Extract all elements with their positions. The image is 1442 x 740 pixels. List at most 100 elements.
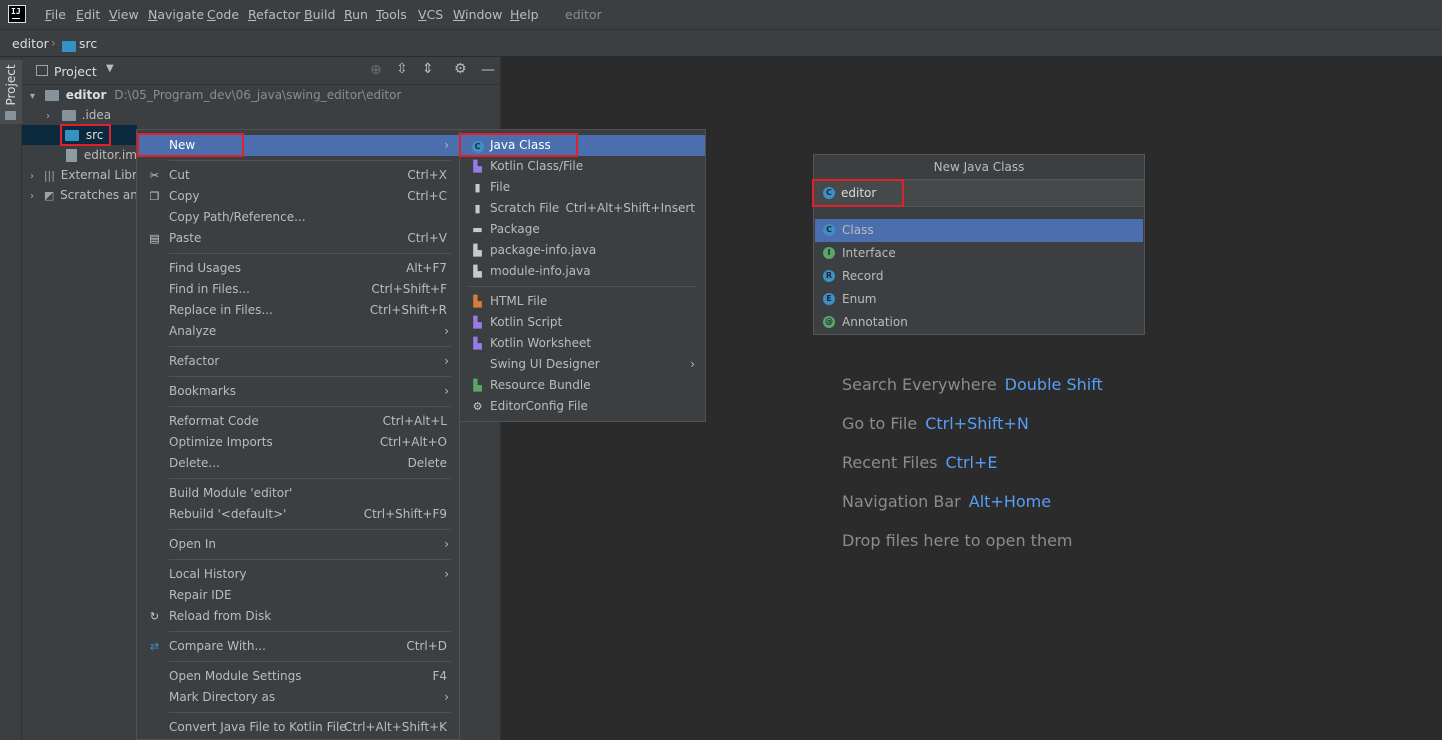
tree-row-iml[interactable]: editor.iml [66,145,140,165]
menu-item-find-usages[interactable]: Find Usages Alt+F7 [137,258,459,279]
menu-window[interactable]: Window [453,7,502,22]
submenu-item-kotlin-script[interactable]: ▙ Kotlin Script [460,312,705,333]
dialog-option-annotation[interactable]: @ Annotation [815,311,1143,334]
html-file-icon: ▙ [473,295,482,308]
collapsed-arrow-icon[interactable]: › [46,111,50,122]
menu-item-copy[interactable]: ❐ Copy Ctrl+C [137,186,459,207]
collapse-all-icon[interactable]: ⇕ [422,61,434,77]
submenu-item-package-info[interactable]: ▙ package-info.java [460,240,705,261]
breadcrumb-src[interactable]: src [79,36,97,51]
submenu-item-module-info[interactable]: ▙ module-info.java [460,261,705,282]
menu-build[interactable]: Build [304,7,335,22]
tree-row-idea[interactable]: › .idea [46,105,496,125]
tree-root-path: D:\05_Program_dev\06_java\swing_editor\e… [114,88,402,102]
menu-item-bookmarks[interactable]: Bookmarks › [137,381,459,402]
menu-item-local-history[interactable]: Local History › [137,564,459,585]
submenu-item-editorconfig[interactable]: ⚙ EditorConfig File [460,396,705,417]
menu-vcs[interactable]: VCS [418,7,443,22]
menu-item-paste[interactable]: ▤ Paste Ctrl+V [137,228,459,249]
menu-item-compare-with[interactable]: ⇄ Compare With... Ctrl+D [137,636,459,657]
navigation-bar: editor › src [0,29,1442,57]
menu-item-find-in-files[interactable]: Find in Files... Ctrl+Shift+F [137,279,459,300]
tree-external-label: External Libra [60,168,136,182]
submenu-item-html-file[interactable]: ▙ HTML File [460,291,705,312]
menu-item-delete[interactable]: Delete... Delete [137,453,459,474]
dialog-option-record[interactable]: R Record [815,265,1143,288]
menu-refactor[interactable]: Refactor [248,7,300,22]
expand-all-icon[interactable]: ⇳ [396,61,408,77]
module-file-icon [66,149,77,162]
collapsed-arrow-icon[interactable]: › [30,191,34,202]
scratches-icon: ◩ [43,189,55,202]
menu-item-open-in[interactable]: Open In › [137,534,459,555]
dialog-option-enum[interactable]: E Enum [815,288,1143,311]
submenu-item-swing-ui-designer[interactable]: Swing UI Designer › [460,354,705,375]
tree-root-name: editor [65,88,107,102]
project-panel-header: Project ▼ ⊕ ⇳ ⇕ ⚙ — [22,57,501,85]
dialog-option-interface[interactable]: I Interface [815,242,1143,265]
breadcrumb-separator: › [51,36,56,50]
menu-item-copy-path[interactable]: Copy Path/Reference... [137,207,459,228]
submenu-item-package[interactable]: ▬ Package [460,219,705,240]
menu-tools[interactable]: Tools [376,7,407,22]
gear-icon: ⚙ [472,400,483,413]
kotlin-file-icon: ▙ [473,160,482,173]
menu-item-reformat-code[interactable]: Reformat Code Ctrl+Alt+L [137,411,459,432]
submenu-item-kotlin-worksheet[interactable]: ▙ Kotlin Worksheet [460,333,705,354]
record-icon: R [823,270,835,282]
menu-item-analyze[interactable]: Analyze › [137,321,459,342]
intellij-logo-icon[interactable]: IJ [8,5,26,23]
project-panel-title[interactable]: Project [54,64,97,79]
menu-view[interactable]: View [109,7,139,22]
menu-item-replace-in-files[interactable]: Replace in Files... Ctrl+Shift+R [137,300,459,321]
menu-navigate[interactable]: Navigate [148,7,204,22]
menu-item-refactor[interactable]: Refactor › [137,351,459,372]
dialog-title: New Java Class [933,160,1025,174]
menu-item-build-module[interactable]: Build Module 'editor' [137,483,459,504]
locate-icon[interactable]: ⊕ [370,62,382,78]
menu-help[interactable]: Help [510,7,539,22]
hint-recent-files: Recent Files Ctrl+E [842,453,998,472]
reload-icon: ↻ [149,610,160,623]
menu-item-rebuild[interactable]: Rebuild '<default>' Ctrl+Shift+F9 [137,504,459,525]
tree-row-scratches[interactable]: › ◩ Scratches and [30,185,136,205]
new-submenu: C Java Class ▙ Kotlin Class/File ▮ File ▮ Sc… [459,129,706,422]
breadcrumb-project[interactable]: editor [12,36,49,51]
menu-edit[interactable]: Edit [76,7,100,22]
menu-code[interactable]: Code [207,7,239,22]
kotlin-script-icon: ▙ [473,316,482,329]
menu-run[interactable]: Run [344,7,368,22]
view-dropdown-icon[interactable]: ▼ [106,63,114,74]
menu-item-reload-from-disk[interactable]: ↻ Reload from Disk [137,606,459,627]
dialog-option-class[interactable]: C Class [815,219,1143,242]
menu-file[interactable]: File [45,7,66,22]
tree-row-external[interactable]: › ||| External Libra [30,165,136,185]
submenu-item-scratch-file[interactable]: ▮ Scratch File Ctrl+Alt+Shift+Insert [460,198,705,219]
scratch-file-icon: ▮ [474,202,481,215]
menu-item-convert-to-kotlin[interactable]: Convert Java File to Kotlin File Ctrl+Alt… [137,717,459,738]
submenu-arrow-icon: › [444,324,449,338]
submenu-item-kotlin-class[interactable]: ▙ Kotlin Class/File [460,156,705,177]
submenu-item-file[interactable]: ▮ File [460,177,705,198]
menu-item-optimize-imports[interactable]: Optimize Imports Ctrl+Alt+O [137,432,459,453]
java-class-highlight-box [459,133,578,157]
submenu-item-resource-bundle[interactable]: ▙ Resource Bundle [460,375,705,396]
submenu-arrow-icon: › [444,537,449,551]
java-file-icon: ▙ [473,265,482,278]
folder-icon [62,41,76,52]
menu-item-repair-ide[interactable]: Repair IDE [137,585,459,606]
submenu-arrow-icon: › [444,354,449,368]
hint-go-to-file: Go to File Ctrl+Shift+N [842,414,1029,433]
hide-icon[interactable]: — [481,62,495,78]
submenu-arrow-icon: › [690,357,695,371]
tree-idea-label: .idea [81,108,112,122]
tree-scratches-label: Scratches and [60,188,136,202]
gear-icon[interactable]: ⚙ [454,61,467,77]
expand-arrow-icon[interactable]: ▾ [30,91,35,102]
collapsed-arrow-icon[interactable]: › [30,171,34,182]
menu-item-open-module-settings[interactable]: Open Module Settings F4 [137,666,459,687]
tree-row-root[interactable]: ▾ editor D:\05_Program_dev\06_java\swing… [30,85,500,105]
menu-item-mark-directory[interactable]: Mark Directory as › [137,687,459,708]
folder-icon [61,110,76,121]
menu-item-cut[interactable]: ✂ Cut Ctrl+X [137,165,459,186]
